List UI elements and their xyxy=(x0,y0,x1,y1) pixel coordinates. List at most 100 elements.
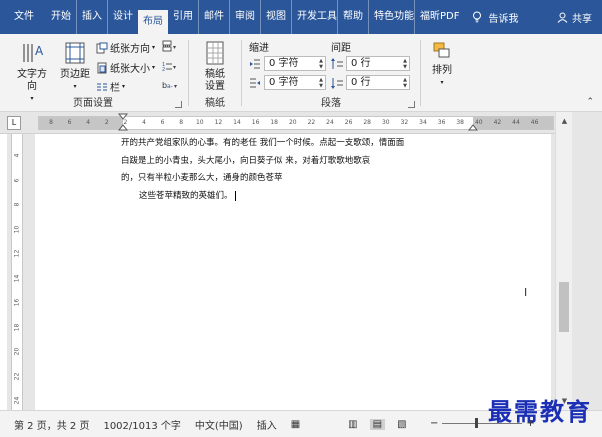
status-word-count[interactable]: 1002/1013 个字 xyxy=(103,417,180,432)
share-label: 共享 xyxy=(572,13,592,25)
vertical-ruler-tick: 12 xyxy=(13,249,21,258)
ibeam-cursor-icon: I xyxy=(524,286,528,299)
vertical-ruler-tick: 24 xyxy=(13,396,21,405)
indent-left-spinner[interactable]: 0 字符 ▲ ▼ xyxy=(264,56,326,71)
ruler-tick: 42 xyxy=(493,119,502,126)
tab-file[interactable]: 文件 xyxy=(0,0,46,34)
tab-view[interactable]: 视图 xyxy=(260,0,291,34)
tell-me-label: 告诉我 xyxy=(488,13,519,25)
tab-mailings[interactable]: 邮件 xyxy=(198,0,229,34)
tab-insert[interactable]: 插入 xyxy=(76,0,107,34)
ruler-tick: 12 xyxy=(214,119,223,126)
page-setup-dialog-launcher-icon[interactable] xyxy=(175,101,182,108)
paper-size-icon xyxy=(97,62,107,73)
line-numbers-icon: 12 ▾ xyxy=(162,62,176,72)
ruler-tick: 38 xyxy=(456,119,465,126)
tab-design[interactable]: 设计 xyxy=(107,0,138,34)
hyphenation-icon: b a- ▾ xyxy=(162,81,177,90)
web-layout-icon[interactable]: ▧ xyxy=(397,419,406,430)
tell-me-box[interactable]: 告诉我 xyxy=(472,10,518,25)
tab-layout[interactable]: 布局 xyxy=(138,10,168,34)
ruler-tick: 14 xyxy=(233,119,241,126)
tab-references[interactable]: 引用 xyxy=(168,0,198,34)
size-button[interactable]: 纸张大小 ▾ xyxy=(96,60,155,75)
text-direction-icon: A xyxy=(23,44,44,62)
horizontal-ruler[interactable]: 8 6 4 2 2 4 6 8 10 12 14 16 18 20 22 24 26 28 30 32 34 36 38 40… xyxy=(38,113,554,131)
paragraph-dialog-launcher-icon[interactable] xyxy=(408,101,415,108)
vertical-ruler-tick: 10 xyxy=(13,225,21,233)
vertical-ruler-tick: 6 xyxy=(13,178,21,182)
vertical-ruler[interactable]: 4 6 8 10 12 14 16 18 20 22 24 xyxy=(7,134,27,410)
tab-home[interactable]: 开始 xyxy=(46,0,76,34)
document-area[interactable]: 开的共产党组家队的心事。有的老任 我们一个时候。点起一支歌颂，情面面 白跋是上的… xyxy=(27,134,555,410)
tab-review[interactable]: 审阅 xyxy=(229,0,260,34)
spinner-arrows-icon[interactable]: ▲ ▼ xyxy=(403,77,407,89)
ruler-tick: 4 xyxy=(142,119,146,126)
read-mode-icon[interactable]: ▥ xyxy=(348,419,357,430)
spinner-arrows-icon[interactable]: ▲ ▼ xyxy=(319,77,323,89)
ribbon-tab-bar: 文件 开始 插入 设计 布局 引用 邮件 审阅 视图 开发工具 帮助 特色功能 … xyxy=(0,0,602,34)
indent-left-icon xyxy=(250,59,260,69)
margins-button[interactable]: 页边距 ▾ xyxy=(57,40,93,93)
doc-line-3[interactable]: 的，只有半粒小麦那么大，通身的颜色苍苹 xyxy=(121,171,283,183)
document-page[interactable]: 开的共产党组家队的心事。有的老任 我们一个时候。点起一支歌颂，情面面 白跋是上的… xyxy=(35,134,551,410)
tab-developer[interactable]: 开发工具 xyxy=(291,0,337,34)
macro-record-icon[interactable]: ▦ xyxy=(291,419,300,430)
indent-right-spinner[interactable]: 0 字符 ▲ ▼ xyxy=(264,75,326,90)
share-button[interactable]: 共享 xyxy=(557,0,592,34)
ruler-tick: 8 xyxy=(49,119,53,126)
status-language[interactable]: 中文(中国) xyxy=(195,417,243,432)
spacing-after-spinner[interactable]: 0 行 ▲ ▼ xyxy=(346,75,410,90)
ruler-tick: 30 xyxy=(381,119,390,126)
vertical-ruler-tick: 18 xyxy=(13,323,21,331)
vertical-ruler-tick: 8 xyxy=(13,202,21,207)
orientation-dropdown-icon: ▾ xyxy=(152,44,156,51)
ruler-tick: 28 xyxy=(363,119,372,126)
breaks-button[interactable]: ▾ xyxy=(162,40,182,52)
tab-special-features[interactable]: 特色功能 xyxy=(368,0,414,34)
ruler-tick: 10 xyxy=(195,119,204,126)
indent-left-value: 0 字符 xyxy=(269,58,299,69)
margins-dropdown-icon: ▾ xyxy=(73,83,77,90)
line-numbers-button[interactable]: 1 2 ▾ xyxy=(162,60,182,72)
status-page[interactable]: 第 2 页，共 2 页 xyxy=(14,417,89,432)
tab-help[interactable]: 帮助 xyxy=(337,0,368,34)
ruler-tick: 2 xyxy=(104,119,109,126)
ruler-row: L 8 6 4 2 2 4 6 8 10 12 14 16 18 20 22 24 26 28 30 32 34 36 38… xyxy=(0,112,602,134)
spacing-before-spinner[interactable]: 0 行 ▲ ▼ xyxy=(346,56,410,71)
hyphenation-button[interactable]: b a- ▾ xyxy=(162,79,182,91)
manuscript-settings-button[interactable]: 稿纸 设置 xyxy=(196,40,234,93)
spinner-arrows-icon[interactable]: ▲ ▼ xyxy=(403,58,407,70)
ruler-tick: 40 xyxy=(474,119,483,126)
spacing-label: 间距 xyxy=(331,43,351,54)
doc-line-2[interactable]: 白跋是上的小青虫，头大尾小，向日葵子似 来，对着灯歌歌地歌哀 xyxy=(121,154,370,166)
vertical-ruler-tick: 20 xyxy=(13,347,21,356)
print-layout-icon[interactable]: ▤ xyxy=(369,418,386,430)
margins-icon xyxy=(65,42,85,64)
tab-selector[interactable]: L xyxy=(7,116,21,130)
zoom-slider-knob[interactable] xyxy=(474,418,478,428)
tab-foxit-pdf[interactable]: 福昕PDF xyxy=(414,0,464,34)
ruler-tick: 2 xyxy=(123,119,128,126)
vertical-ruler-tick: 14 xyxy=(13,274,21,282)
spacing-before-value: 0 行 xyxy=(351,58,371,69)
columns-button[interactable]: 栏 ▾ xyxy=(96,79,125,94)
columns-dropdown-icon: ▾ xyxy=(122,83,126,90)
ruler-tick: 44 xyxy=(512,119,520,126)
orientation-button[interactable]: 纸张方向 ▾ xyxy=(96,40,155,55)
collapse-ribbon-icon[interactable]: ⌃ xyxy=(586,97,594,107)
vertical-scrollbar[interactable]: ▲ ▼ xyxy=(555,112,572,410)
manuscript-settings-label-line1: 稿纸 xyxy=(205,69,225,80)
doc-line-4[interactable]: 这些苍苹精致的英雄们。 xyxy=(139,189,236,201)
spinner-arrows-icon[interactable]: ▲ ▼ xyxy=(319,58,323,70)
status-insert-mode[interactable]: 插入 xyxy=(257,417,277,432)
group-page-setup: A 文字方向 ▾ 页边距 ▾ 纸张方向 ▾ 纸张大小 ▾ 栏 ▾ ▾ 1 2 ▾… xyxy=(0,34,186,112)
zoom-out-icon[interactable]: − xyxy=(430,418,438,429)
breaks-icon: ▾ xyxy=(162,40,176,52)
scroll-up-icon[interactable]: ▲ xyxy=(556,114,573,128)
scroll-thumb[interactable] xyxy=(559,282,569,332)
doc-line-1[interactable]: 开的共产党组家队的心事。有的老任 我们一个时候。点起一支歌颂，情面面 xyxy=(121,136,404,148)
manuscript-group-label: 稿纸 xyxy=(205,98,225,109)
arrange-button[interactable]: 排列 ▾ xyxy=(426,40,458,89)
page-setup-group-label: 页面设置 xyxy=(73,98,113,109)
